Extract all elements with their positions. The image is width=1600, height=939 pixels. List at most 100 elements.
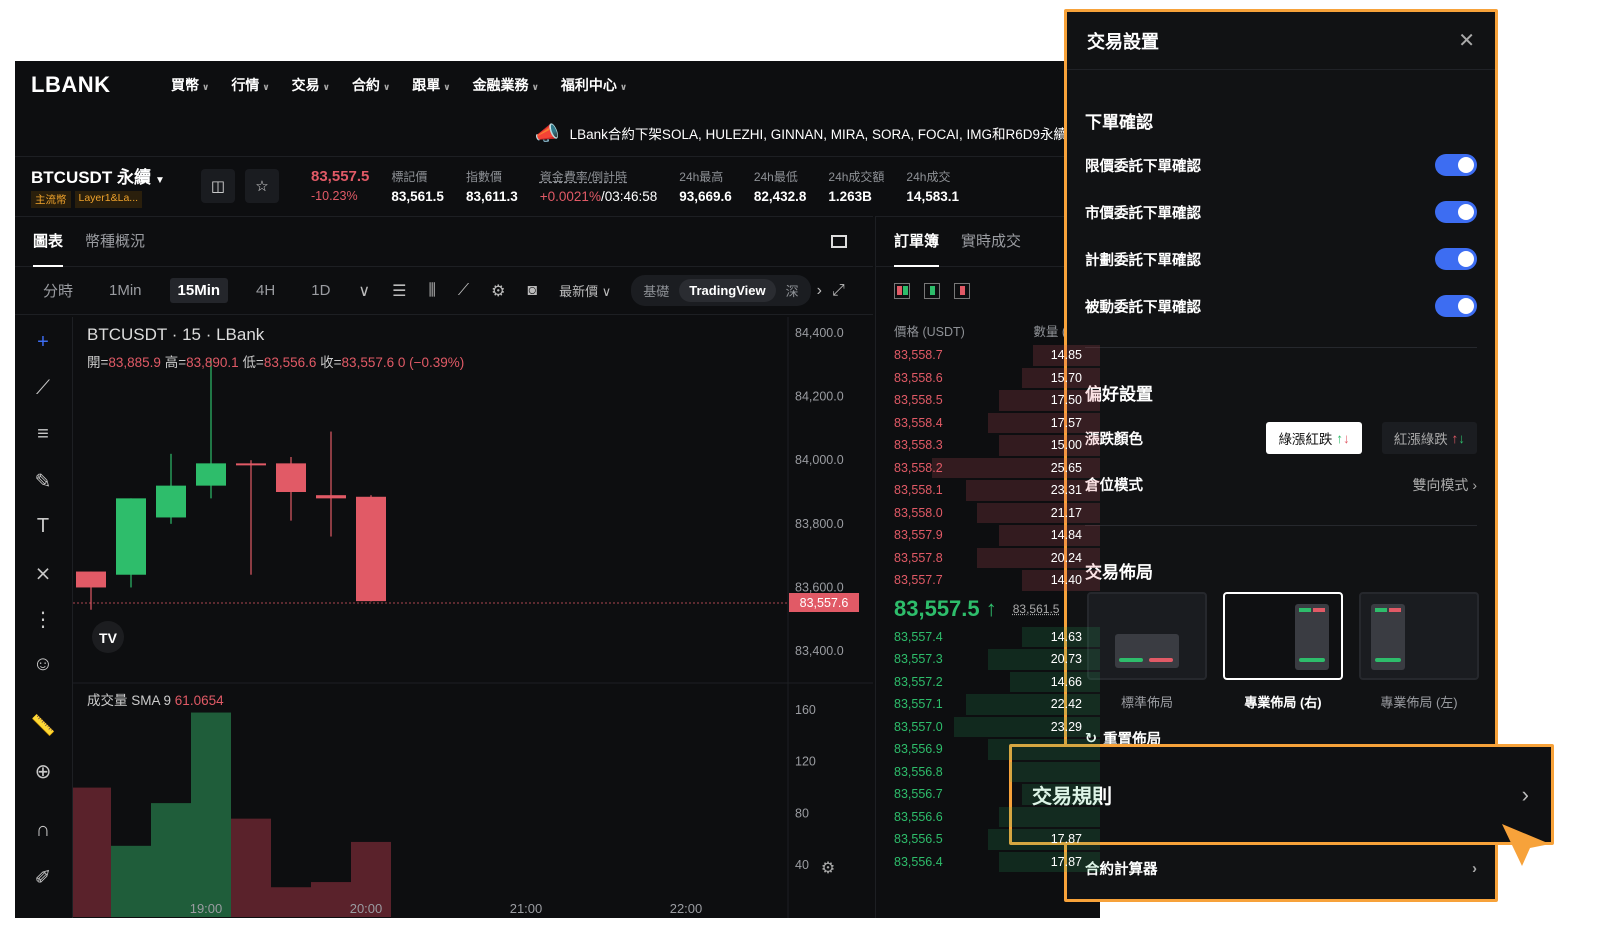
book-icon[interactable]: ◫ xyxy=(201,168,235,203)
ask-row[interactable]: 83,558.6 15.70 xyxy=(876,367,1100,390)
brush-icon[interactable]: ✎ xyxy=(29,469,57,494)
green-up-red-down-option[interactable]: 綠漲紅跌 ↑ ↓ xyxy=(1266,422,1362,454)
tab-recent-trades[interactable]: 實時成交 xyxy=(961,217,1021,267)
nav-rewards[interactable]: 福利中心 ∨ xyxy=(561,75,627,95)
passive-confirm-toggle[interactable] xyxy=(1435,295,1477,317)
candlestick-chart[interactable]: 84,400.0 84,200.0 84,000.0 83,800.0 83,600.0… xyxy=(71,317,873,918)
order-price: 83,557.4 xyxy=(894,629,943,644)
ask-row[interactable]: 83,558.4 17.57 xyxy=(876,412,1100,435)
camera-icon[interactable]: ◙ xyxy=(527,282,537,300)
bid-row[interactable]: 83,557.2 14.66 xyxy=(876,671,1100,694)
nav-buy-crypto[interactable]: 買幣 ∨ xyxy=(171,75,209,95)
plan-confirm-toggle[interactable] xyxy=(1435,248,1477,270)
expand-icon[interactable]: ⤢ xyxy=(832,282,845,300)
asks-only-icon[interactable] xyxy=(954,283,970,299)
view-basic[interactable]: 基礎 xyxy=(633,277,679,304)
ask-row[interactable]: 83,557.7 14.40 xyxy=(876,569,1100,592)
horizontal-lines-icon[interactable]: ≡ xyxy=(29,423,57,446)
magnet-icon[interactable]: ∩ xyxy=(29,819,57,842)
divider xyxy=(1085,347,1477,348)
price-type-select[interactable]: 最新價 ∨ xyxy=(559,281,611,300)
both-sides-icon[interactable] xyxy=(894,283,910,299)
tag-layer1[interactable]: Layer1&La... xyxy=(74,191,143,208)
tab-coin-overview[interactable]: 幣種概況 xyxy=(85,217,145,267)
chevron-down-icon[interactable]: ∨ xyxy=(358,281,370,301)
nav-copy-trading[interactable]: 跟單 ∨ xyxy=(412,75,450,95)
position-mode-row[interactable]: 倉位模式 雙向模式 › xyxy=(1085,474,1477,495)
price-chart[interactable]: 84,400.0 84,200.0 84,000.0 83,800.0 83,600.0… xyxy=(71,317,873,918)
limit-confirm-toggle[interactable] xyxy=(1435,154,1477,176)
nav-trade[interactable]: 交易 ∨ xyxy=(292,75,330,95)
tab-orderbook[interactable]: 訂單簿 xyxy=(894,217,940,267)
tf-1min[interactable]: 1Min xyxy=(101,278,150,303)
logo[interactable]: LBANK xyxy=(31,72,171,98)
settings-gear-icon[interactable]: ⚙ xyxy=(821,860,835,877)
position-mode-value[interactable]: 雙向模式 xyxy=(1412,477,1468,493)
tab-chart[interactable]: 圖表 xyxy=(33,217,64,267)
tf-time[interactable]: 分時 xyxy=(35,276,81,305)
contract-calculator-row[interactable]: 合約計算器 › xyxy=(1085,858,1477,879)
announcement-text[interactable]: LBank合約下架SOLA, HULEZHI, GINNAN, MIRA, SO… xyxy=(570,123,1094,143)
order-quantity: 17.87 xyxy=(1050,832,1082,847)
lock-pencil-icon[interactable]: ✐ xyxy=(29,865,57,890)
market-confirm-toggle[interactable] xyxy=(1435,201,1477,223)
star-icon[interactable]: ☆ xyxy=(245,168,279,203)
depth-bar xyxy=(988,739,1100,760)
window-icon[interactable] xyxy=(831,235,847,248)
ruler-icon[interactable]: 📏 xyxy=(29,713,57,738)
candle-type-icon[interactable]: ⫼ xyxy=(428,282,435,300)
trendline-icon[interactable]: ⟋ xyxy=(29,377,57,400)
layout-pro-left-card[interactable] xyxy=(1359,592,1479,680)
chevron-right-icon[interactable]: › xyxy=(817,282,822,300)
bid-row[interactable]: 83,557.4 14.63 xyxy=(876,626,1100,649)
ask-row[interactable]: 83,558.0 21.17 xyxy=(876,502,1100,525)
nav-futures[interactable]: 合約 ∨ xyxy=(352,75,390,95)
view-tradingview[interactable]: TradingView xyxy=(679,279,776,302)
ask-row[interactable]: 83,558.3 15.00 xyxy=(876,434,1100,457)
indicator-settings-icon[interactable]: ☰ xyxy=(392,281,406,301)
bid-row[interactable]: 83,556.7 xyxy=(876,783,1100,806)
fib-icon[interactable]: ⋮ xyxy=(29,607,57,632)
bid-row[interactable]: 83,557.1 22.42 xyxy=(876,693,1100,716)
bid-row[interactable]: 83,556.4 17.87 xyxy=(876,851,1100,874)
indicators-icon[interactable]: ⟋ xyxy=(458,282,469,300)
zoom-in-icon[interactable]: ⊕ xyxy=(29,759,57,784)
bid-row[interactable]: 83,556.6 xyxy=(876,806,1100,829)
ask-row[interactable]: 83,557.9 14.84 xyxy=(876,524,1100,547)
nav-markets[interactable]: 行情 ∨ xyxy=(231,75,269,95)
bid-row[interactable]: 83,556.5 17.87 xyxy=(876,828,1100,851)
tf-4h[interactable]: 4H xyxy=(248,278,283,303)
tf-15min[interactable]: 15Min xyxy=(169,278,229,303)
text-icon[interactable]: T xyxy=(29,515,57,538)
emoji-icon[interactable]: ☺ xyxy=(29,653,57,676)
order-price: 83,557.2 xyxy=(894,674,943,689)
settings-icon[interactable]: ⚙ xyxy=(491,281,505,301)
bid-row[interactable]: 83,556.8 xyxy=(876,761,1100,784)
ask-row[interactable]: 83,558.2 25.65 xyxy=(876,457,1100,480)
nav-finance[interactable]: 金融業務 ∨ xyxy=(473,75,539,95)
ask-row[interactable]: 83,558.7 14.85 xyxy=(876,344,1100,367)
bids-only-icon[interactable] xyxy=(924,283,940,299)
symbol-selector[interactable]: BTCUSDT 永續 ▼ 主流幣 Layer1&La... xyxy=(31,163,201,208)
chevron-down-icon: ∨ xyxy=(322,82,330,92)
bid-row[interactable]: 83,557.3 20.73 xyxy=(876,648,1100,671)
close-icon[interactable]: ✕ xyxy=(1458,28,1475,53)
announcement-bar[interactable]: 📣 LBank合約下架SOLA, HULEZHI, GINNAN, MIRA, … xyxy=(15,113,1100,153)
ask-row[interactable]: 83,558.1 23.31 xyxy=(876,479,1100,502)
ask-row[interactable]: 83,557.8 20.24 xyxy=(876,547,1100,570)
order-price: 83,556.4 xyxy=(894,854,943,869)
pattern-icon[interactable]: ⨯ xyxy=(29,561,57,586)
ask-row[interactable]: 83,558.5 17.50 xyxy=(876,389,1100,412)
view-depth[interactable]: 深 xyxy=(776,277,809,304)
layout-pro-right-card[interactable] xyxy=(1223,592,1343,680)
bid-row[interactable]: 83,557.0 23.29 xyxy=(876,716,1100,739)
funding-rate[interactable]: 資金費率/倒計時 +0.0021%/03:46:58 xyxy=(540,168,658,204)
red-up-green-down-option[interactable]: 紅漲綠跌 ↑ ↓ xyxy=(1381,422,1477,454)
tf-1d[interactable]: 1D xyxy=(303,278,338,303)
tag-mainstream[interactable]: 主流幣 xyxy=(31,191,71,208)
symbol-name[interactable]: BTCUSDT 永續 xyxy=(31,168,151,187)
panel-title: 交易設置 xyxy=(1087,31,1159,52)
bid-row[interactable]: 83,556.9 xyxy=(876,738,1100,761)
crosshair-icon[interactable]: + xyxy=(29,331,57,354)
layout-standard-card[interactable] xyxy=(1087,592,1207,680)
